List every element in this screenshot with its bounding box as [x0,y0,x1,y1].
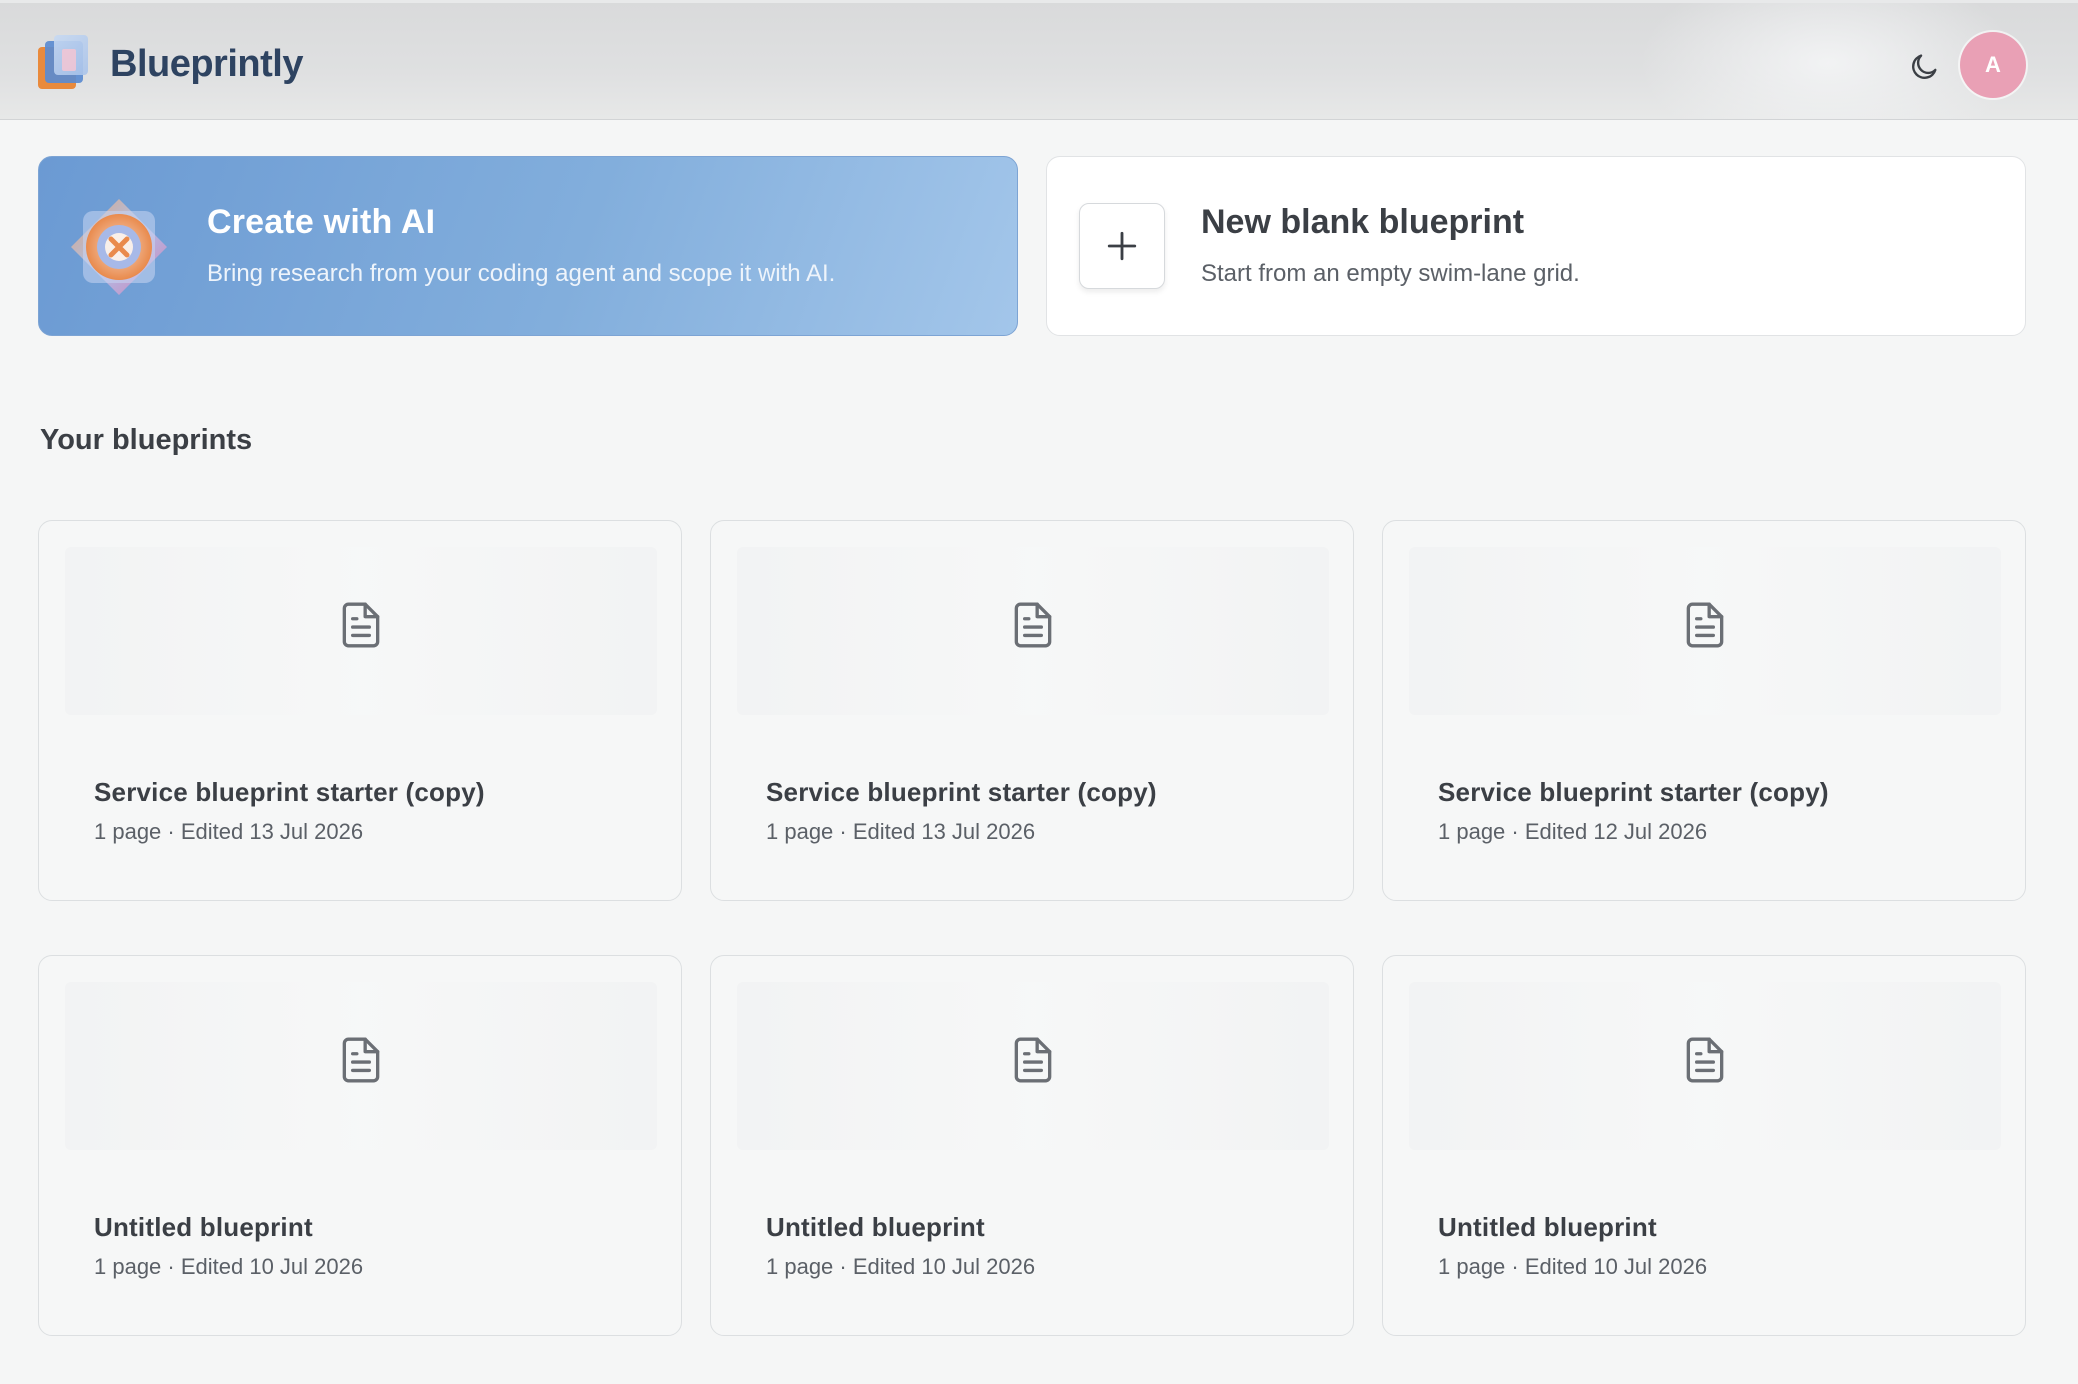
blueprint-card[interactable]: Service blueprint starter (copy) 1 page … [1382,520,2026,901]
blueprint-card[interactable]: Untitled blueprint 1 page · Edited 10 Ju… [1382,955,2026,1336]
blueprint-thumbnail [1409,982,2001,1150]
document-icon [1686,1037,1724,1083]
blank-card-text: New blank blueprint Start from an empty … [1201,203,1580,288]
create-with-ai-card[interactable]: Create with AI Bring research from your … [38,156,1018,336]
blank-card-subtitle: Start from an empty swim-lane grid. [1201,260,1580,287]
blueprint-title: Service blueprint starter (copy) [766,777,1157,807]
app-root: Blueprintly A Create with AI Bring resea… [0,0,2078,1384]
blueprint-thumbnail [737,982,1329,1150]
add-blueprint-button[interactable] [1079,203,1165,289]
blueprint-thumbnail [65,982,657,1150]
top-header: Blueprintly A [0,0,2078,120]
plus-icon [1107,231,1137,261]
blueprint-title: Untitled blueprint [94,1212,313,1242]
blueprint-card[interactable]: Untitled blueprint 1 page · Edited 10 Ju… [710,955,1354,1336]
theme-toggle-button[interactable] [1904,47,1944,87]
document-icon [1014,1037,1052,1083]
section-title: Your blueprints [40,424,253,456]
blueprint-meta: 1 page · Edited 10 Jul 2026 [1438,1254,1708,1279]
document-icon [1686,602,1724,648]
blueprint-title: Untitled blueprint [766,1212,985,1242]
blueprint-card[interactable]: Service blueprint starter (copy) 1 page … [38,520,682,901]
blueprint-meta: 1 page · Edited 10 Jul 2026 [766,1254,1036,1279]
brand-name: Blueprintly [110,42,303,85]
blueprint-meta: 1 page · Edited 13 Jul 2026 [766,819,1036,844]
avatar-initial: A [1985,52,2001,77]
new-blank-blueprint-card[interactable]: New blank blueprint Start from an empty … [1046,156,2026,336]
ai-card-subtitle: Bring research from your coding agent an… [207,260,836,287]
blueprint-card[interactable]: Untitled blueprint 1 page · Edited 10 Ju… [38,955,682,1336]
ai-sparkle-icon [71,199,167,295]
blueprint-meta: 1 page · Edited 12 Jul 2026 [1438,819,1708,844]
blueprintly-logo-icon [36,35,92,93]
blueprint-thumbnail [65,547,657,715]
moon-icon [1912,54,1937,79]
ai-card-text: Create with AI Bring research from your … [207,203,835,288]
blueprint-meta: 1 page · Edited 10 Jul 2026 [94,1254,364,1279]
blank-card-title: New blank blueprint [1201,203,1525,241]
document-icon [342,1037,380,1083]
blueprint-title: Untitled blueprint [1438,1212,1657,1242]
document-icon [1014,602,1052,648]
blueprint-card[interactable]: Service blueprint starter (copy) 1 page … [710,520,1354,901]
document-icon [342,602,380,648]
brand[interactable]: Blueprintly [36,35,303,93]
blueprint-thumbnail [737,547,1329,715]
blueprint-title: Service blueprint starter (copy) [94,777,485,807]
blueprint-title: Service blueprint starter (copy) [1438,777,1829,807]
blueprint-meta: 1 page · Edited 13 Jul 2026 [94,819,364,844]
ai-card-title: Create with AI [207,203,436,241]
user-avatar[interactable]: A [1960,32,2026,98]
blueprint-thumbnail [1409,547,2001,715]
